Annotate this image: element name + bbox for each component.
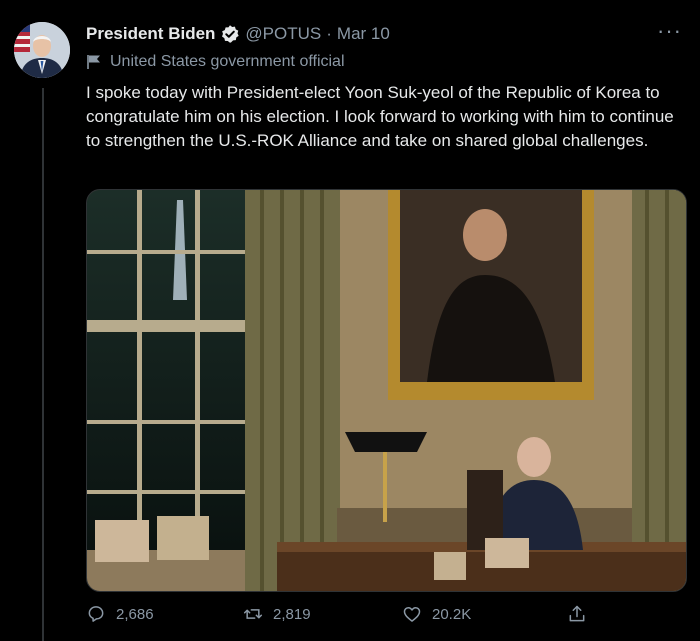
like-button[interactable]: 20.2K [402, 604, 471, 624]
share-icon [569, 605, 585, 622]
reply-button[interactable]: 2,686 [86, 604, 154, 624]
verified-badge-icon [222, 25, 240, 43]
thread-line [42, 88, 44, 641]
tweet-actions: 2,686 2,819 20.2K [86, 604, 626, 632]
retweet-icon [243, 609, 263, 619]
avatar[interactable] [14, 22, 70, 78]
author-handle[interactable]: @POTUS [245, 24, 321, 44]
tweet-text: I spoke today with President-elect Yoon … [86, 83, 674, 150]
account-label-text: United States government official [110, 53, 345, 70]
tweet-date[interactable]: Mar 10 [337, 24, 390, 44]
tweet-header: President Biden @POTUS · Mar 10 [86, 22, 390, 46]
flag-icon [87, 55, 100, 69]
separator-dot: · [326, 24, 332, 43]
account-label: United States government official [86, 53, 345, 71]
heart-icon [403, 607, 421, 622]
avatar-image [14, 22, 70, 78]
more-icon[interactable]: ··· [657, 20, 682, 42]
author-name[interactable]: President Biden [86, 24, 215, 44]
retweet-count: 2,819 [273, 605, 311, 623]
share-button[interactable] [567, 604, 587, 624]
like-count: 20.2K [432, 605, 472, 623]
reply-count: 2,686 [116, 605, 154, 623]
tweet-photo[interactable] [86, 189, 687, 592]
retweet-button[interactable]: 2,819 [243, 604, 311, 624]
photo-oval-office [87, 190, 686, 591]
reply-icon [88, 606, 104, 622]
